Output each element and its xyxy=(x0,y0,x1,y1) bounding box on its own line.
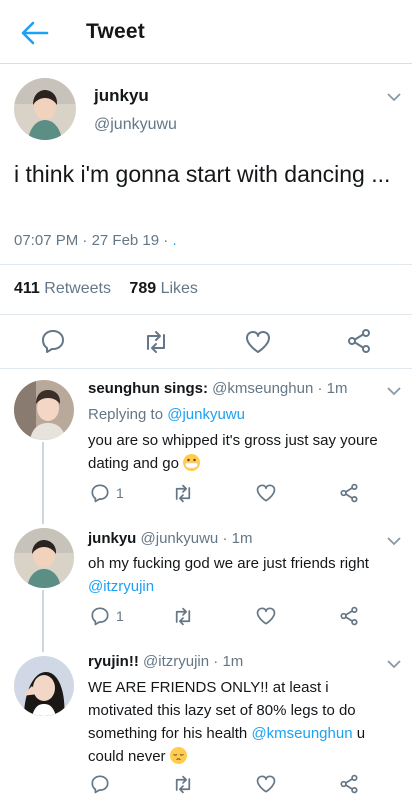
mention-link[interactable]: @itzryujin xyxy=(88,578,154,595)
thread-line xyxy=(42,442,44,524)
meta-separator: · xyxy=(82,232,88,249)
reply-icon[interactable] xyxy=(90,483,110,503)
page-title: Tweet xyxy=(86,20,145,43)
like-heart-icon[interactable] xyxy=(255,774,277,794)
reply-time: 1m xyxy=(222,653,244,670)
reply-header: junkyu @junkyuwu · 1m xyxy=(88,530,253,547)
tweet-timestamp: 07:07 PM · 27 Feb 19 · . xyxy=(14,232,177,249)
mention-link[interactable]: @kmseunghun xyxy=(251,725,352,742)
retweet-icon[interactable] xyxy=(172,775,194,794)
reply-author-name[interactable]: ryujin!! xyxy=(88,653,139,670)
reply-time: 1m xyxy=(326,380,348,397)
avatar-junkyu[interactable] xyxy=(14,78,76,140)
avatar-ryujin[interactable] xyxy=(14,656,74,716)
avatar-seunghun[interactable] xyxy=(14,380,74,440)
more-options-chevron-icon[interactable] xyxy=(386,534,402,546)
replying-to-handle[interactable]: @junkyuwu xyxy=(167,406,245,423)
retweet-icon[interactable] xyxy=(172,484,194,503)
reply-header: ryujin!! @itzryujin · 1m xyxy=(88,653,244,670)
reply-icon[interactable] xyxy=(40,328,66,354)
more-options-chevron-icon[interactable] xyxy=(386,384,402,396)
reply-author-handle[interactable]: @itzryujin xyxy=(143,653,209,670)
tweet-date: 27 Feb 19 xyxy=(91,232,160,249)
tweet-author-handle[interactable]: @junkyuwu xyxy=(94,116,177,134)
back-arrow-icon[interactable] xyxy=(20,20,50,46)
reply-text: oh my fucking god we are just friends ri… xyxy=(88,555,369,595)
reply-author-name[interactable]: junkyu xyxy=(88,530,136,547)
more-options-chevron-icon[interactable] xyxy=(386,657,402,669)
reply-icon[interactable] xyxy=(90,606,110,626)
reply-author-name[interactable]: seunghun sings: xyxy=(88,380,208,397)
tweet-author-name[interactable]: junkyu xyxy=(94,86,149,106)
replying-to: Replying to @junkyuwu xyxy=(88,406,245,423)
reply-text: WE ARE FRIENDS ONLY!! at least i motivat… xyxy=(88,679,366,765)
divider xyxy=(0,314,412,315)
retweets-stat[interactable]: 411 Retweets xyxy=(14,280,111,297)
face-with-medical-mask-emoji xyxy=(183,454,201,471)
divider xyxy=(0,264,412,265)
reply-text: you are so whipped it's gross just say y… xyxy=(88,432,378,472)
like-heart-icon[interactable] xyxy=(255,606,277,626)
likes-stat[interactable]: 789 Likes xyxy=(129,280,198,297)
divider xyxy=(0,368,412,369)
top-app-bar: Tweet xyxy=(0,0,412,64)
thread-line xyxy=(42,590,44,652)
retweet-icon[interactable] xyxy=(172,607,194,626)
reply-time: 1m xyxy=(231,530,253,547)
reply-count: 1 xyxy=(116,485,124,501)
tweet-stats: 411 Retweets 789 Likes xyxy=(14,280,198,298)
like-heart-icon[interactable] xyxy=(244,329,272,355)
tweet-source-link[interactable]: . xyxy=(172,232,176,249)
meta-separator: · xyxy=(163,232,169,249)
reply-author-handle[interactable]: @kmseunghun xyxy=(212,380,313,397)
reply-header: seunghun sings: @kmseunghun · 1m xyxy=(88,380,348,397)
more-options-chevron-icon[interactable] xyxy=(386,90,402,102)
share-icon[interactable] xyxy=(339,774,359,794)
tweet-time: 07:07 PM xyxy=(14,232,79,249)
pensive-face-emoji xyxy=(169,747,187,764)
reply-author-handle[interactable]: @junkyuwu xyxy=(141,530,219,547)
reply-icon[interactable] xyxy=(90,774,110,794)
share-icon[interactable] xyxy=(346,328,372,354)
share-icon[interactable] xyxy=(339,606,359,626)
share-icon[interactable] xyxy=(339,483,359,503)
reply-count: 1 xyxy=(116,608,124,624)
like-heart-icon[interactable] xyxy=(255,483,277,503)
retweet-icon[interactable] xyxy=(142,330,170,354)
tweet-text: i think i'm gonna start with dancing ... xyxy=(14,161,391,187)
avatar-junkyu[interactable] xyxy=(14,528,74,588)
